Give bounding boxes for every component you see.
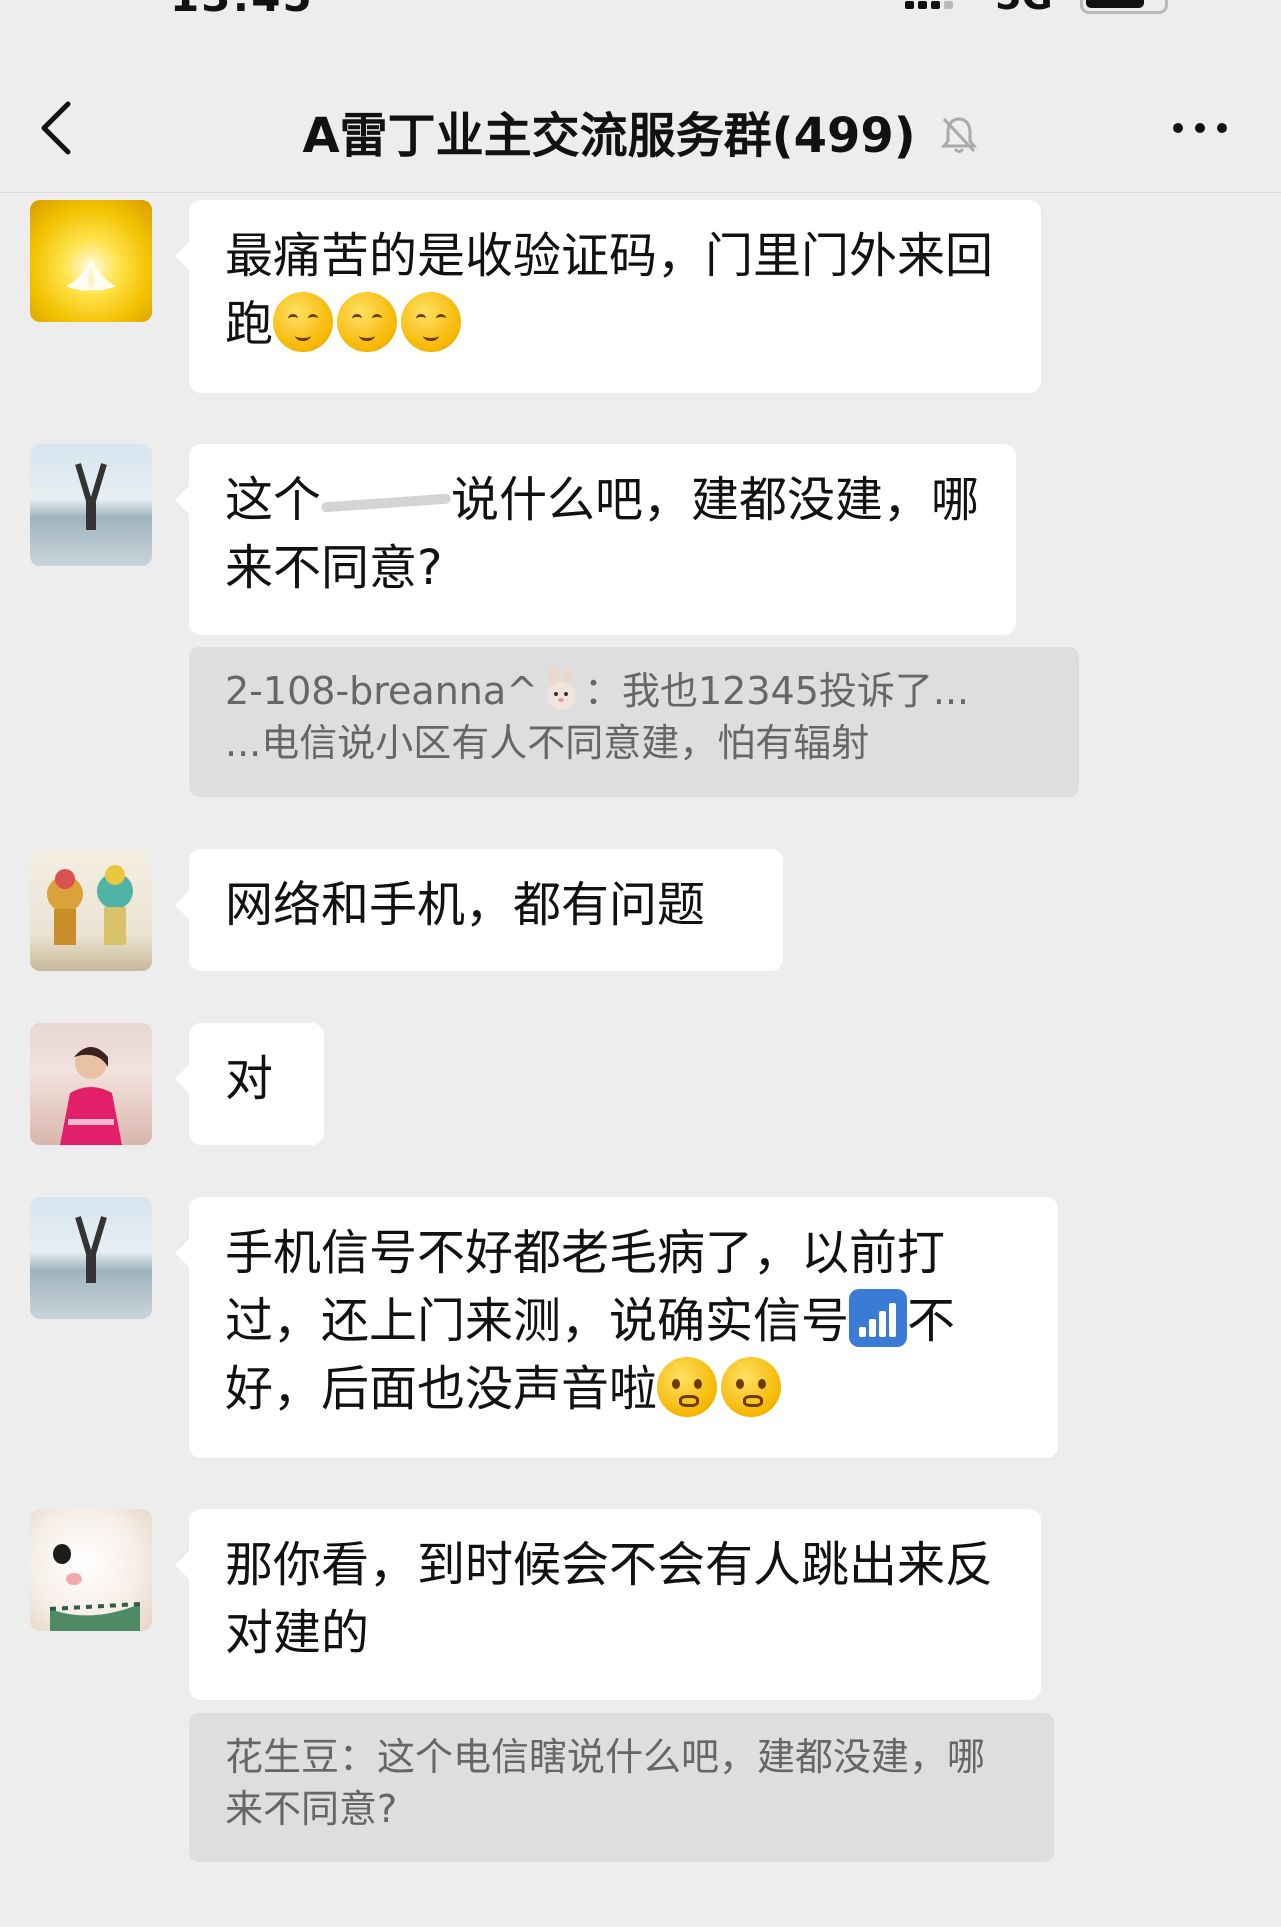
chat-header: A雷丁业主交流服务群(499) <box>0 62 1281 193</box>
redaction-mark <box>320 493 452 513</box>
avatar-cat[interactable] <box>30 1509 152 1631</box>
cellular-signal-icon <box>905 0 957 13</box>
chat-title-wrap: A雷丁业主交流服务群(499) <box>0 96 1281 167</box>
bell-slash-icon <box>940 111 978 167</box>
message-text-start: 这个 <box>225 472 322 528</box>
more-dots-icon <box>1173 123 1227 133</box>
message-text: 那你看，到时候会不会有人跳出来反对建的 <box>225 1537 994 1661</box>
quoted-message[interactable]: 花生豆：这个电信瞎说什么吧，建都没建，哪来不同意? <box>189 1713 1054 1862</box>
message-bubble[interactable]: 那你看，到时候会不会有人跳出来反对建的 <box>175 1509 1041 1700</box>
battery-icon <box>1080 0 1168 14</box>
quote-text: 花生豆：这个电信瞎说什么吧，建都没建，哪来不同意? <box>225 1735 986 1831</box>
status-bar: 13:45 5G <box>0 0 1281 40</box>
avatar-handstand[interactable] <box>30 1197 152 1319</box>
signal-bars-emoji <box>849 1289 908 1347</box>
avatar-handstand[interactable] <box>30 444 152 566</box>
message-bubble[interactable]: 对 <box>175 1023 324 1145</box>
relieved-face-emoji <box>401 292 462 352</box>
message-text: 对 <box>225 1051 274 1107</box>
status-time: 13:45 <box>170 0 314 21</box>
relieved-face-emoji <box>273 292 334 352</box>
crying-face-emoji <box>721 1357 782 1417</box>
message-text: 网络和手机，都有问题 <box>225 877 706 933</box>
relieved-face-emoji <box>337 292 398 352</box>
more-button[interactable] <box>1170 98 1230 158</box>
message-bubble[interactable]: 最痛苦的是收验证码，门里门外来回跑 <box>175 200 1041 393</box>
message-text-end: 说什么吧，建都没建，哪来不同意? <box>225 472 980 596</box>
crying-face-emoji <box>657 1357 718 1417</box>
message-bubble[interactable]: 手机信号不好都老毛病了，以前打过，还上门来测，说确实信号 不好，后面也没声音啦 <box>175 1197 1058 1458</box>
quote-line-1: 2-108-breanna^ ：我也12345投诉了... <box>225 665 1043 717</box>
message-bubble[interactable]: 网络和手机，都有问题 <box>175 849 783 971</box>
quoted-message[interactable]: 2-108-breanna^ ：我也12345投诉了... ...电信说小区有人… <box>189 647 1079 797</box>
rabbit-face-emoji <box>547 666 575 710</box>
network-type: 5G <box>995 0 1053 18</box>
message-text-1: 手机信号不好都老毛病了，以前打过，还上门来测，说确实信号 <box>225 1225 946 1349</box>
quote-text-2: ...电信说小区有人不同意建，怕有辐射 <box>225 721 870 765</box>
message-bubble[interactable]: 这个 说什么吧，建都没建，哪来不同意? <box>175 444 1016 635</box>
avatar-woman-red-dress[interactable] <box>30 1023 152 1145</box>
avatar-figurines[interactable] <box>30 849 152 971</box>
avatar-lotus[interactable] <box>30 200 152 322</box>
quote-text-1: ：我也12345投诉了... <box>584 669 970 713</box>
chat-title: A雷丁业主交流服务群(499) <box>302 108 916 164</box>
quote-sender: 2-108-breanna^ <box>225 669 538 713</box>
